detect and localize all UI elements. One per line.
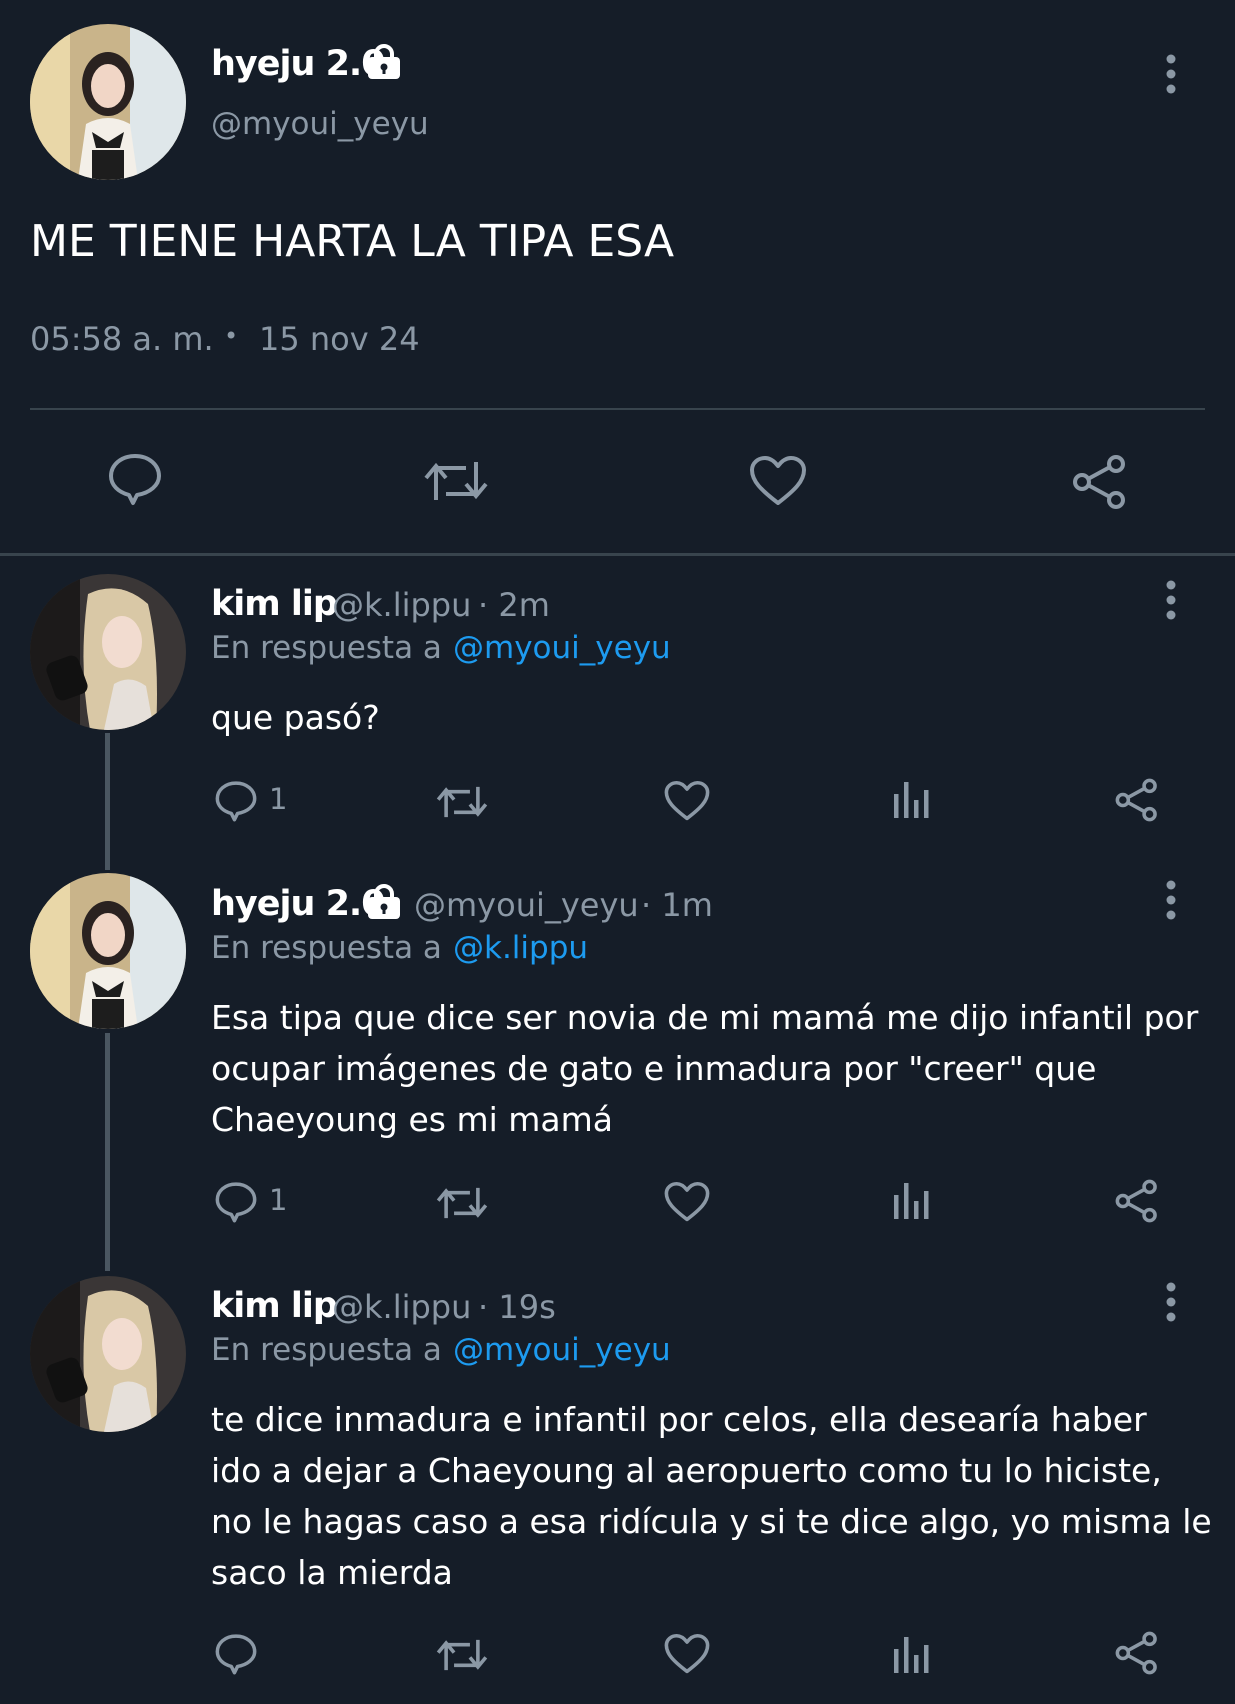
reply-display-name[interactable]: kim lip (211, 1286, 338, 1326)
reply-text: te dice inmadura e infantil por celos, e… (211, 1400, 1212, 1592)
retweet-icon[interactable] (422, 456, 490, 506)
thread-line (105, 1033, 110, 1271)
reply-text: Esa tipa que dice ser novia de mi mamá m… (211, 998, 1199, 1139)
reply-to-mention[interactable]: @myoui_yeyu (453, 1332, 671, 1368)
views-icon[interactable] (892, 1181, 932, 1221)
main-handle[interactable]: @myoui_yeyu (211, 106, 429, 142)
like-icon[interactable] (749, 455, 807, 507)
share-icon[interactable] (1115, 1179, 1159, 1223)
main-tweet-time: 05:58 a. m. (30, 320, 214, 358)
lock-icon (366, 884, 402, 920)
avatar-kimlip[interactable] (30, 574, 186, 730)
retweet-icon[interactable] (435, 1635, 489, 1675)
share-icon[interactable] (1072, 454, 1128, 510)
reply-age: · 1m (641, 886, 713, 924)
reply-prefix: En respuesta a (211, 930, 442, 966)
avatar-hyeju[interactable] (30, 873, 186, 1029)
reply-display-name[interactable]: hyeju 2.0 (211, 884, 386, 924)
views-icon[interactable] (892, 780, 932, 820)
reply-count: 1 (269, 1183, 288, 1217)
thread-line (105, 733, 110, 870)
like-icon[interactable] (664, 1181, 710, 1223)
reply-prefix: En respuesta a (211, 630, 442, 666)
reply-prefix: En respuesta a (211, 1332, 442, 1368)
reply-text: que pasó? (211, 698, 380, 737)
reply-age: · 19s (478, 1288, 556, 1326)
main-tweet-date: 15 nov 24 (259, 320, 420, 358)
share-icon[interactable] (1115, 1631, 1159, 1675)
main-display-name[interactable]: hyeju 2.0 (211, 44, 386, 84)
divider (30, 408, 1205, 410)
reply-icon[interactable] (214, 780, 258, 822)
reply-count: 1 (269, 782, 288, 816)
reply-handle[interactable]: @myoui_yeyu (414, 886, 639, 924)
reply-handle[interactable]: @k.lippu (332, 1288, 471, 1326)
reply-icon[interactable] (214, 1181, 258, 1223)
like-icon[interactable] (664, 780, 710, 822)
retweet-icon[interactable] (435, 782, 489, 822)
reply-handle[interactable]: @k.lippu (332, 586, 471, 624)
reply-to-mention[interactable]: @k.lippu (453, 930, 588, 966)
more-icon[interactable] (1164, 880, 1178, 920)
views-icon[interactable] (892, 1635, 932, 1675)
section-divider (0, 553, 1235, 556)
lock-icon (366, 44, 402, 80)
reply-display-name[interactable]: kim lip (211, 584, 338, 624)
more-icon[interactable] (1164, 54, 1178, 94)
reply-to-mention[interactable]: @myoui_yeyu (453, 630, 671, 666)
reply-age: · 2m (478, 586, 550, 624)
main-tweet-dot: • (224, 322, 239, 350)
avatar-kimlip[interactable] (30, 1276, 186, 1432)
share-icon[interactable] (1115, 778, 1159, 822)
more-icon[interactable] (1164, 580, 1178, 620)
reply-icon[interactable] (214, 1633, 258, 1675)
like-icon[interactable] (664, 1633, 710, 1675)
retweet-icon[interactable] (435, 1183, 489, 1223)
more-icon[interactable] (1164, 1282, 1178, 1322)
reply-icon[interactable] (107, 452, 163, 506)
avatar-hyeju[interactable] (30, 24, 186, 180)
main-tweet-text: ME TIENE HARTA LA TIPA ESA (30, 216, 675, 267)
